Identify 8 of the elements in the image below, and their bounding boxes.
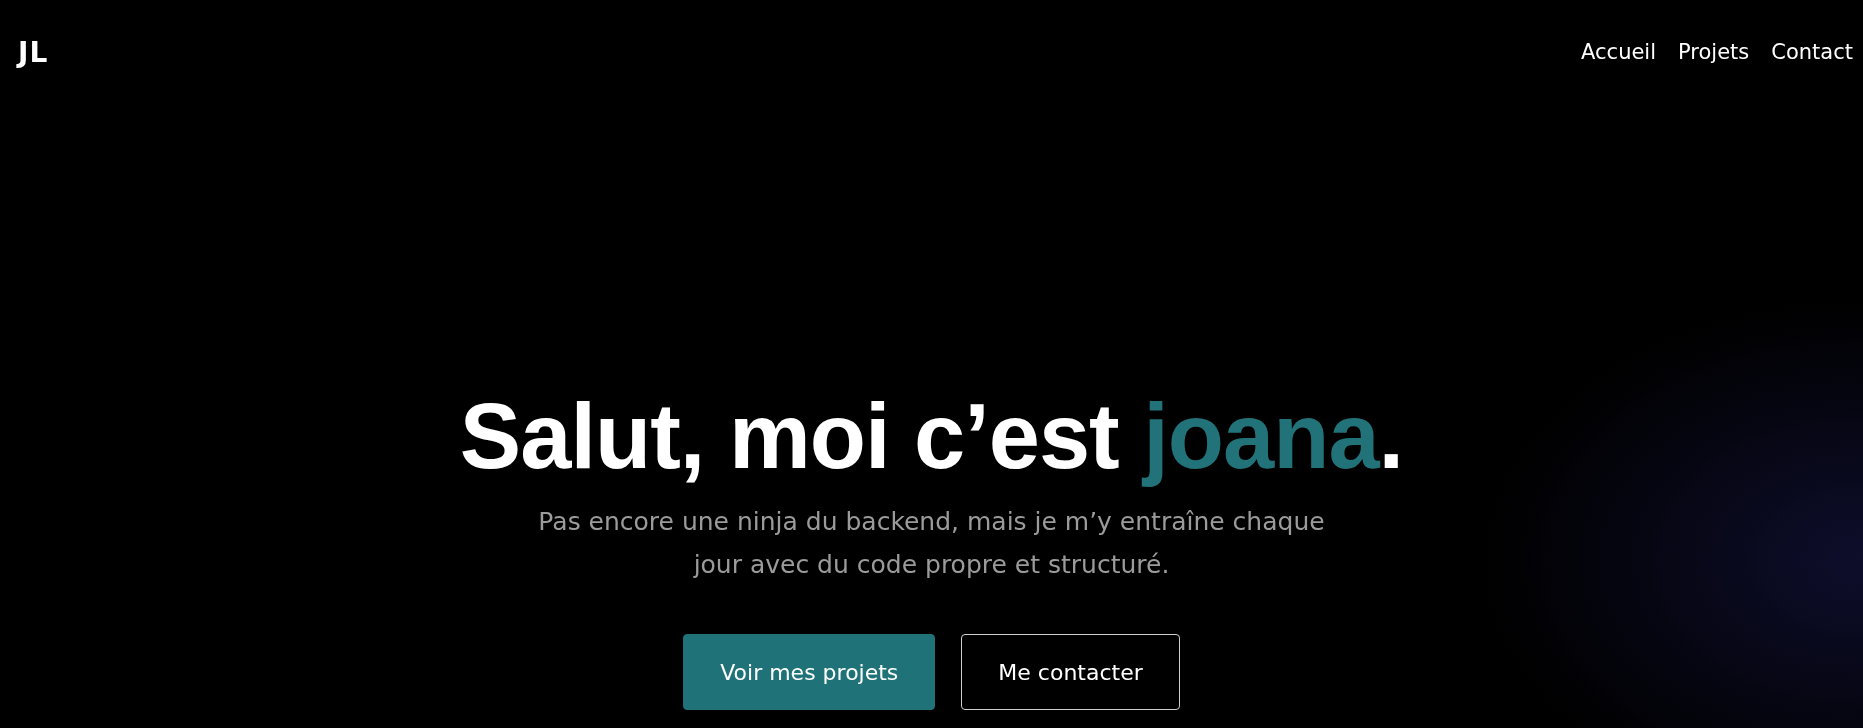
logo[interactable]: JL bbox=[18, 35, 49, 69]
projects-button[interactable]: Voir mes projets bbox=[683, 634, 936, 710]
nav-link[interactable]: Contact bbox=[1771, 40, 1853, 64]
subtitle: Pas encore une ninja du backend, mais je m’y entraîne chaque jour avec du code propre et structuré. bbox=[537, 506, 1326, 581]
nav-link[interactable]: Accueil bbox=[1581, 40, 1657, 64]
contact-button[interactable]: Me contacter bbox=[961, 634, 1180, 710]
headline: Salut, moi c’est joana. bbox=[459, 385, 1404, 487]
nav-link[interactable]: Projets bbox=[1678, 40, 1750, 64]
